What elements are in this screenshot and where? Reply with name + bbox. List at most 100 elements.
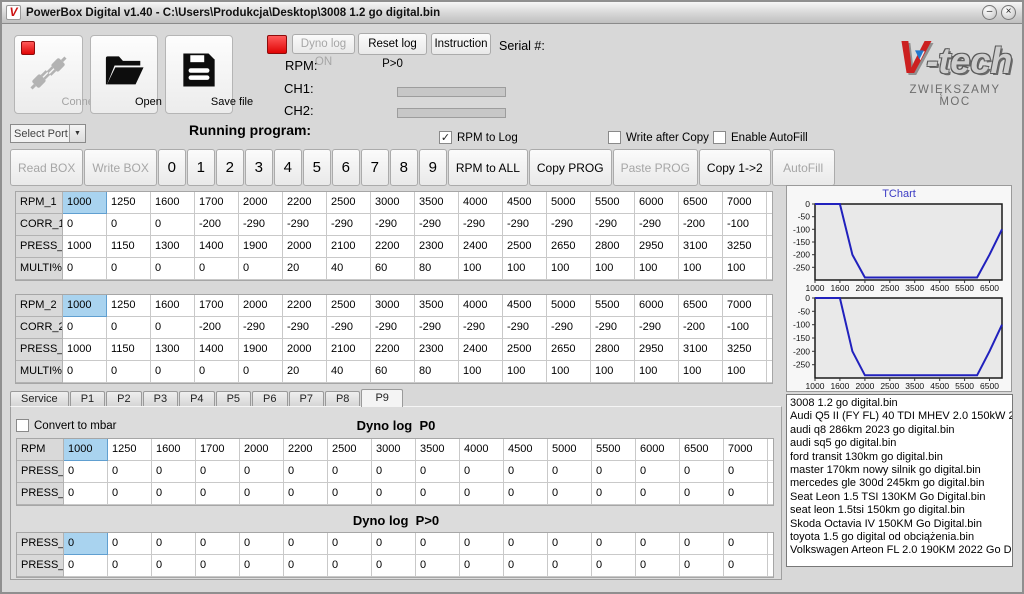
- tab-service[interactable]: Service: [10, 391, 69, 407]
- table-cell[interactable]: -290: [547, 214, 591, 236]
- table-cell[interactable]: 0: [107, 258, 151, 280]
- table-cell[interactable]: -290: [327, 317, 371, 339]
- table-cell[interactable]: 0: [416, 461, 460, 483]
- table-cell[interactable]: 0: [284, 555, 328, 577]
- table-cell[interactable]: 2500: [328, 439, 372, 461]
- table-cell[interactable]: 1000: [63, 192, 107, 214]
- button-9[interactable]: 9: [419, 149, 447, 186]
- table-cell[interactable]: -290: [239, 214, 283, 236]
- table-cell[interactable]: 1000: [63, 339, 107, 361]
- file-list-item[interactable]: seat leon 1.5tsi 150km go digital.bin: [790, 504, 1012, 517]
- button-6[interactable]: 6: [332, 149, 360, 186]
- table-cell[interactable]: -200: [679, 317, 723, 339]
- table-cell[interactable]: 0: [724, 533, 768, 555]
- table-cell[interactable]: 3500: [415, 192, 459, 214]
- table-cell[interactable]: 1000: [63, 236, 107, 258]
- table-cell[interactable]: 1250: [107, 295, 151, 317]
- table-cell[interactable]: 7000: [723, 192, 767, 214]
- file-list-item[interactable]: Skoda Octavia IV 150KM Go Digital.bin: [790, 518, 1012, 531]
- table-cell[interactable]: 2000: [240, 439, 284, 461]
- table-cell[interactable]: 4000: [459, 295, 503, 317]
- table-cell[interactable]: 2200: [284, 439, 328, 461]
- table-cell[interactable]: 0: [636, 533, 680, 555]
- table-cell[interactable]: 0: [240, 533, 284, 555]
- chevron-down-icon[interactable]: ▼: [69, 125, 85, 142]
- table-cell[interactable]: 4500: [504, 439, 548, 461]
- table-cell[interactable]: 2400: [459, 236, 503, 258]
- table-cell[interactable]: 1900: [239, 236, 283, 258]
- tab-p9[interactable]: P9: [361, 389, 402, 407]
- file-list-item[interactable]: audi sq5 go digital.bin: [790, 437, 1012, 450]
- table-cell[interactable]: -290: [635, 317, 679, 339]
- table-cell[interactable]: 0: [592, 461, 636, 483]
- table-cell[interactable]: 2000: [239, 192, 283, 214]
- reset-log-button[interactable]: Reset log P>0: [358, 33, 427, 55]
- table-cell[interactable]: 0: [64, 555, 108, 577]
- dyno-log-on-button[interactable]: Dyno log ON: [292, 34, 355, 54]
- table-cell[interactable]: 3250: [723, 339, 767, 361]
- table-cell[interactable]: 0: [195, 361, 239, 383]
- table-cell[interactable]: 2500: [327, 295, 371, 317]
- table-cell[interactable]: 0: [592, 555, 636, 577]
- table-cell[interactable]: 1000: [64, 439, 108, 461]
- button-rpm-to-all[interactable]: RPM to ALL: [448, 149, 528, 186]
- table-cell[interactable]: 0: [239, 361, 283, 383]
- table-cell[interactable]: 40: [327, 361, 371, 383]
- table-cell[interactable]: 6000: [636, 439, 680, 461]
- table-cell[interactable]: 0: [416, 533, 460, 555]
- table-cell[interactable]: 0: [636, 483, 680, 505]
- table-cell[interactable]: 80: [415, 361, 459, 383]
- table-cell[interactable]: 60: [371, 361, 415, 383]
- table-cell[interactable]: 0: [548, 533, 592, 555]
- file-list-item[interactable]: toyota 1.5 go digital od obciążenia.bin: [790, 531, 1012, 544]
- tab-p7[interactable]: P7: [289, 391, 324, 407]
- table-cell[interactable]: 0: [152, 533, 196, 555]
- table-cell[interactable]: 4000: [459, 192, 503, 214]
- table-cell[interactable]: 100: [679, 361, 723, 383]
- table-cell[interactable]: 0: [504, 483, 548, 505]
- table-cell[interactable]: 0: [680, 555, 724, 577]
- table-cell[interactable]: 1000: [63, 295, 107, 317]
- table-cell[interactable]: -200: [679, 214, 723, 236]
- enable-autofill-checkbox[interactable]: Enable AutoFill: [713, 131, 808, 144]
- table-cell[interactable]: 0: [151, 214, 195, 236]
- table-cell[interactable]: 7000: [723, 295, 767, 317]
- table-cell[interactable]: 4500: [503, 295, 547, 317]
- button-5[interactable]: 5: [303, 149, 331, 186]
- table-cell[interactable]: 2200: [283, 192, 327, 214]
- table-cell[interactable]: 0: [196, 533, 240, 555]
- table-cell[interactable]: 0: [328, 555, 372, 577]
- table-cell[interactable]: 0: [196, 461, 240, 483]
- file-list-item[interactable]: master 170km nowy silnik go digital.bin: [790, 464, 1012, 477]
- table-cell[interactable]: 2800: [591, 339, 635, 361]
- table-cell[interactable]: 5500: [592, 439, 636, 461]
- table-cell[interactable]: 0: [372, 555, 416, 577]
- table-cell[interactable]: 6500: [680, 439, 724, 461]
- table-cell[interactable]: 0: [328, 533, 372, 555]
- table-cell[interactable]: 0: [592, 483, 636, 505]
- table-cell[interactable]: 3250: [723, 236, 767, 258]
- tab-p5[interactable]: P5: [216, 391, 251, 407]
- button-copy-1-2[interactable]: Copy 1->2: [699, 149, 771, 186]
- table-cell[interactable]: -100: [723, 317, 767, 339]
- table-cell[interactable]: 2800: [591, 236, 635, 258]
- table-cell[interactable]: 0: [724, 461, 768, 483]
- table-cell[interactable]: 6000: [635, 295, 679, 317]
- table-cell[interactable]: 1300: [151, 236, 195, 258]
- table-cell[interactable]: 100: [459, 361, 503, 383]
- table-cell[interactable]: 100: [723, 361, 767, 383]
- table-cell[interactable]: 0: [504, 461, 548, 483]
- table-cell[interactable]: 100: [503, 258, 547, 280]
- table-cell[interactable]: 2500: [327, 192, 371, 214]
- table-cell[interactable]: 1700: [195, 295, 239, 317]
- table-cell[interactable]: 1400: [195, 339, 239, 361]
- table-cell[interactable]: -200: [195, 214, 239, 236]
- save-file-button[interactable]: Save file: [165, 35, 233, 114]
- table-cell[interactable]: 0: [460, 555, 504, 577]
- file-list-item[interactable]: Seat Leon 1.5 TSI 130KM Go Digital.bin: [790, 491, 1012, 504]
- table-cell[interactable]: 1150: [107, 339, 151, 361]
- table-cell[interactable]: 4000: [460, 439, 504, 461]
- table-cell[interactable]: 0: [108, 555, 152, 577]
- table-cell[interactable]: 2100: [327, 236, 371, 258]
- tab-p6[interactable]: P6: [252, 391, 287, 407]
